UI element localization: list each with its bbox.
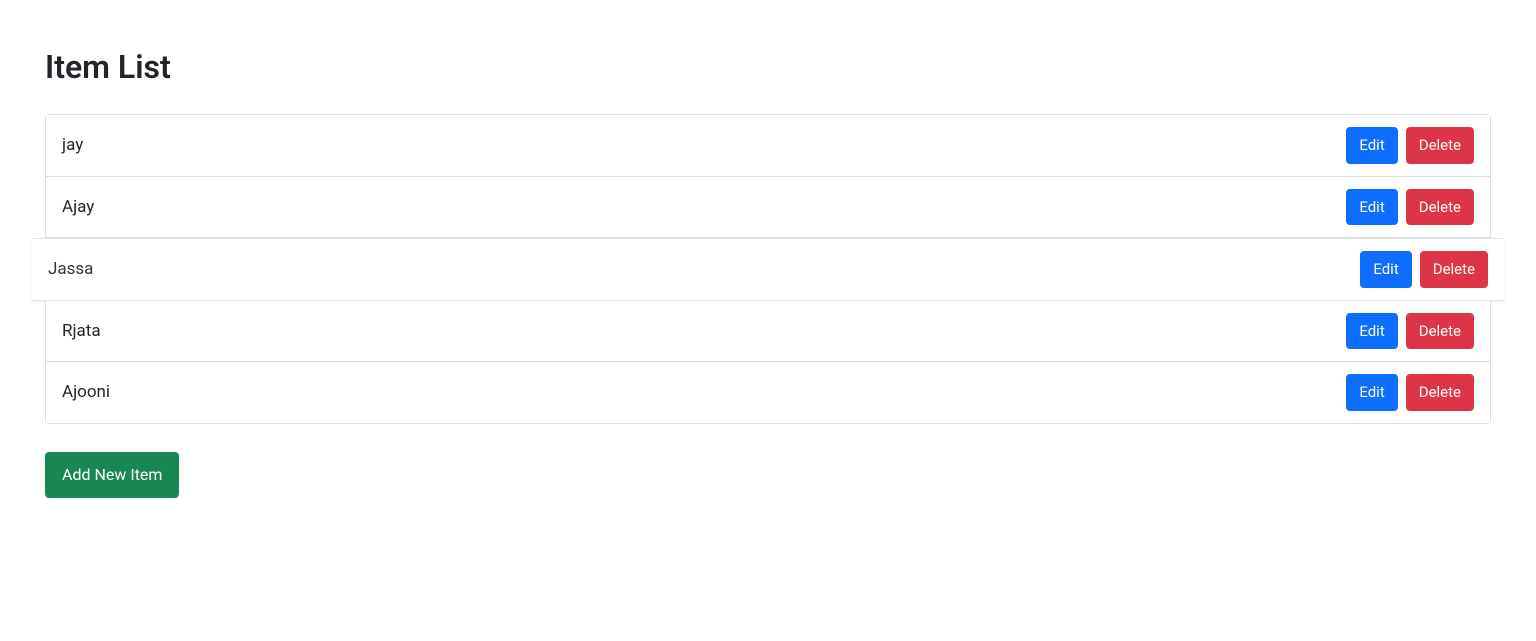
edit-button[interactable]: Edit [1346, 127, 1397, 164]
delete-button[interactable]: Delete [1406, 313, 1474, 350]
edit-button[interactable]: Edit [1346, 189, 1397, 226]
item-name: Ajooni [62, 382, 110, 402]
item-actions: EditDelete [1346, 374, 1474, 411]
page-title: Item List [45, 48, 1491, 86]
list-item: Rjata EditDelete [46, 301, 1490, 363]
item-actions: EditDelete [1360, 251, 1488, 288]
delete-button[interactable]: Delete [1406, 189, 1474, 226]
edit-button[interactable]: Edit [1346, 374, 1397, 411]
list-item: Ajay EditDelete [46, 177, 1490, 239]
item-name: Jassa [48, 259, 93, 279]
item-actions: EditDelete [1346, 313, 1474, 350]
item-name: Rjata [62, 321, 101, 341]
item-actions: EditDelete [1346, 127, 1474, 164]
delete-button[interactable]: Delete [1420, 251, 1488, 288]
edit-button[interactable]: Edit [1346, 313, 1397, 350]
list-item: Ajooni EditDelete [46, 362, 1490, 423]
item-name: Ajay [62, 197, 94, 217]
item-name: jay [62, 135, 83, 155]
edit-button[interactable]: Edit [1360, 251, 1411, 288]
delete-button[interactable]: Delete [1406, 127, 1474, 164]
item-actions: EditDelete [1346, 189, 1474, 226]
item-list: jayEditDeleteAjayEditDeleteJassaEditDele… [45, 114, 1491, 424]
list-item: Jassa EditDelete [32, 238, 1504, 301]
list-item: jay EditDelete [46, 115, 1490, 177]
add-new-item-button[interactable]: Add New Item [45, 452, 179, 498]
delete-button[interactable]: Delete [1406, 374, 1474, 411]
